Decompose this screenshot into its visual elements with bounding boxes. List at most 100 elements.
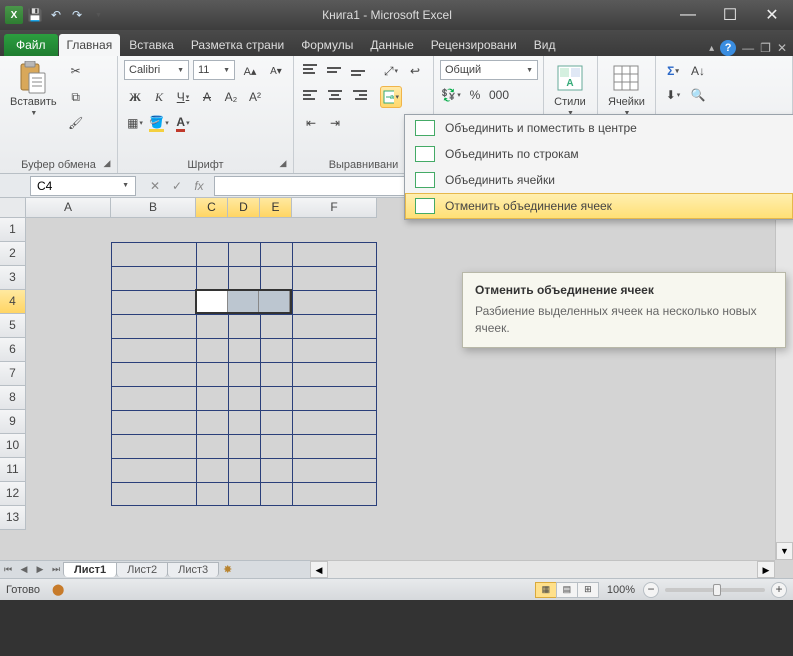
row-header-5[interactable]: 5 xyxy=(0,314,26,338)
format-painter-button[interactable]: 🖌 xyxy=(65,112,87,134)
unmerge-cells-item[interactable]: Отменить объединение ячеек xyxy=(405,193,793,219)
italic-button[interactable]: К xyxy=(148,86,170,108)
workbook-minimize-icon[interactable]: — xyxy=(742,41,754,55)
app-menu-icon[interactable]: X xyxy=(5,6,23,24)
row-header-3[interactable]: 3 xyxy=(0,266,26,290)
col-header-F[interactable]: F xyxy=(292,198,377,218)
row-header-2[interactable]: 2 xyxy=(0,242,26,266)
font-name-combo[interactable]: Calibri▼ xyxy=(124,60,189,80)
tab-data[interactable]: Данные xyxy=(362,34,421,56)
merge-center-item[interactable]: Объединить и поместить в центре xyxy=(405,115,793,141)
borders-button[interactable]: ▦▾ xyxy=(124,112,146,134)
tab-review[interactable]: Рецензировани xyxy=(423,34,525,56)
col-header-E[interactable]: E xyxy=(260,198,292,218)
minimize-button[interactable]: — xyxy=(667,0,709,30)
row-header-9[interactable]: 9 xyxy=(0,410,26,434)
fill-color-button[interactable]: 🪣▾ xyxy=(148,112,170,134)
font-dialog-launcher[interactable]: ◢ xyxy=(277,158,289,170)
paste-button[interactable]: Вставить ▼ xyxy=(6,60,61,119)
workbook-close-icon[interactable]: ✕ xyxy=(777,41,787,55)
cancel-formula-button[interactable]: ✕ xyxy=(144,179,166,193)
cut-button[interactable]: ✂ xyxy=(65,60,87,82)
grow-font-button[interactable]: A▴ xyxy=(239,60,261,82)
autosum-button[interactable]: Σ▾ xyxy=(662,60,684,82)
percent-format-button[interactable]: % xyxy=(464,84,486,106)
row-header-4[interactable]: 4 xyxy=(0,290,26,314)
font-size-combo[interactable]: 11▼ xyxy=(193,60,235,80)
align-bottom-button[interactable] xyxy=(348,60,370,82)
cell-area[interactable] xyxy=(26,218,775,560)
enter-formula-button[interactable]: ✓ xyxy=(166,179,188,193)
zoom-slider[interactable] xyxy=(665,588,765,592)
col-header-A[interactable]: A xyxy=(26,198,111,218)
bold-button[interactable]: Ж xyxy=(124,86,146,108)
zoom-in-button[interactable]: + xyxy=(771,582,787,598)
name-box[interactable]: C4▼ xyxy=(30,176,136,196)
macro-record-icon[interactable]: ⬤ xyxy=(52,583,64,596)
decrease-indent-button[interactable]: ⇤ xyxy=(300,112,322,134)
row-header-1[interactable]: 1 xyxy=(0,218,26,242)
row-header-7[interactable]: 7 xyxy=(0,362,26,386)
align-right-button[interactable] xyxy=(348,86,370,108)
sort-filter-button[interactable]: A↓ xyxy=(687,60,709,82)
normal-view-button[interactable]: ▦ xyxy=(535,582,557,598)
workbook-restore-icon[interactable]: ❐ xyxy=(760,41,771,55)
clipboard-dialog-launcher[interactable]: ◢ xyxy=(101,158,113,170)
sheet-tab-3[interactable]: Лист3 xyxy=(167,562,219,577)
styles-button[interactable]: AСтили▼ xyxy=(550,60,590,119)
align-top-button[interactable] xyxy=(300,60,322,82)
superscript-button[interactable]: A² xyxy=(244,86,266,108)
new-sheet-button[interactable]: ✸ xyxy=(223,563,241,577)
copy-button[interactable]: ⧉ xyxy=(65,86,87,108)
select-all-corner[interactable] xyxy=(0,198,26,218)
underline-button[interactable]: Ч▾ xyxy=(172,86,194,108)
merge-cells-item[interactable]: Объединить ячейки xyxy=(405,167,793,193)
comma-format-button[interactable]: 000 xyxy=(488,84,510,106)
file-tab[interactable]: Файл xyxy=(4,34,58,56)
sheet-nav-last[interactable]: ⏭ xyxy=(48,564,64,575)
vertical-scrollbar[interactable]: ▲▼ xyxy=(775,198,793,560)
tab-formulas[interactable]: Формулы xyxy=(293,34,361,56)
sheet-nav-prev[interactable]: ◀ xyxy=(16,564,32,575)
align-middle-button[interactable] xyxy=(324,60,346,82)
col-header-C[interactable]: C xyxy=(196,198,228,218)
maximize-button[interactable]: ☐ xyxy=(709,0,751,30)
merge-center-button[interactable]: a▾ xyxy=(380,86,402,108)
row-header-11[interactable]: 11 xyxy=(0,458,26,482)
col-header-B[interactable]: B xyxy=(111,198,196,218)
strike-button[interactable]: A xyxy=(196,86,218,108)
shrink-font-button[interactable]: A▾ xyxy=(265,60,287,82)
qat-dropdown-icon[interactable]: ▼ xyxy=(89,6,107,24)
tab-page-layout[interactable]: Разметка страни xyxy=(183,34,292,56)
page-layout-view-button[interactable]: ▤ xyxy=(556,582,578,598)
sheet-nav-first[interactable]: ⏮ xyxy=(0,564,16,575)
fill-button[interactable]: ⬇▾ xyxy=(662,84,684,106)
row-header-10[interactable]: 10 xyxy=(0,434,26,458)
fx-button[interactable]: fx xyxy=(188,179,210,193)
wrap-text-button[interactable]: ↩ xyxy=(404,60,426,82)
subscript-button[interactable]: A₂ xyxy=(220,86,242,108)
save-icon[interactable]: 💾 xyxy=(26,6,44,24)
number-format-combo[interactable]: Общий▼ xyxy=(440,60,538,80)
align-center-button[interactable] xyxy=(324,86,346,108)
zoom-level[interactable]: 100% xyxy=(607,584,635,596)
tab-view[interactable]: Вид xyxy=(526,34,564,56)
row-header-12[interactable]: 12 xyxy=(0,482,26,506)
row-header-13[interactable]: 13 xyxy=(0,506,26,530)
accounting-format-button[interactable]: 💱▾ xyxy=(440,84,462,106)
row-header-6[interactable]: 6 xyxy=(0,338,26,362)
col-header-D[interactable]: D xyxy=(228,198,260,218)
orientation-button[interactable]: ⤢▾ xyxy=(380,60,402,82)
find-select-button[interactable]: 🔍 xyxy=(687,84,709,106)
help-icon[interactable]: ? xyxy=(720,40,736,56)
zoom-out-button[interactable]: − xyxy=(643,582,659,598)
cells-button[interactable]: Ячейки▼ xyxy=(604,60,649,119)
merge-across-item[interactable]: Объединить по строкам xyxy=(405,141,793,167)
font-color-button[interactable]: A▾ xyxy=(172,112,194,134)
undo-icon[interactable]: ↶ xyxy=(47,6,65,24)
row-header-8[interactable]: 8 xyxy=(0,386,26,410)
tab-home[interactable]: Главная xyxy=(59,34,121,56)
redo-icon[interactable]: ↷ xyxy=(68,6,86,24)
tab-insert[interactable]: Вставка xyxy=(121,34,182,56)
sheet-tab-2[interactable]: Лист2 xyxy=(116,562,168,577)
